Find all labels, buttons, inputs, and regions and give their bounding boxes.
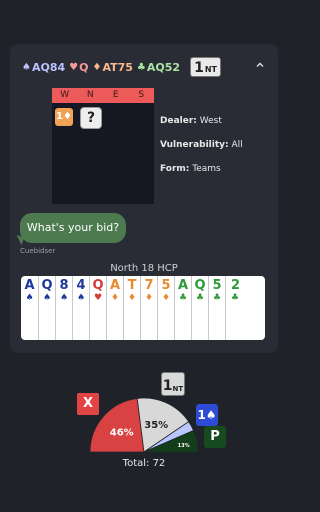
spade-icon: ♠ [22,61,31,73]
hand-card[interactable]: Q ♥ [89,276,106,340]
hand-card[interactable]: A ♣ [174,276,191,340]
card-suit-icon: ♦ [161,293,171,303]
card-suit-icon: ♥ [93,293,103,303]
dealer-value: West [199,116,222,126]
hand-card[interactable]: 7 ♦ [140,276,157,340]
form-value: Teams [192,164,221,174]
hand-summary: ♠ AQ84 ♥ Q ♦ AT75 ♣ AQ52 1 NT [22,57,221,77]
hand-card[interactable]: A ♦ [106,276,123,340]
card-suit-icon: ♠ [25,293,34,303]
card-suit-icon: ♠ [59,293,69,303]
chat-sender: Cuebidser [20,247,56,255]
card-rank: 7 [144,278,154,293]
form-info: Form: Teams [160,164,221,174]
hand-card[interactable]: Q ♠ [38,276,55,340]
vote-label-1s: 1♠ [196,404,218,426]
seat-east: E [112,90,119,100]
auction-header: W N E S [52,88,154,103]
card-suit-icon: ♣ [231,293,240,303]
card-suit-icon: ♠ [42,293,52,303]
hand-panel: ♠ AQ84 ♥ Q ♦ AT75 ♣ AQ52 1 NT W N E S 1♦ ? De… [10,44,278,353]
card-suit-icon: ♦ [110,293,120,303]
hand-card[interactable]: T ♦ [123,276,140,340]
seat-west: W [60,90,70,100]
card-suit-icon: ♦ [127,293,137,303]
hand-card[interactable]: A ♠ [21,276,38,340]
hand-card[interactable]: 2 ♣ [225,276,265,340]
vote-label-1nt-strain: NT [172,385,184,393]
vote-total: Total: 72 [122,458,166,469]
form-label: Form: [160,164,190,174]
hand-cards: A ♠ Q ♠ 8 ♠ 4 ♠ Q ♥ A ♦ T ♦ 7 ♦ 5 ♦ A ♣ Q ♣ 5 ♣ 2 ♣ [21,276,265,340]
vote-slice-label: 13% [178,443,190,449]
vote-slice-label: 46% [110,427,134,438]
dealer-label: Dealer: [160,116,197,126]
card-rank: T [127,278,137,293]
hearts-cards: Q [79,60,89,74]
card-suit-icon: ♣ [195,293,205,303]
bid-vote-chart: 46% 35% 13% [89,397,199,453]
card-rank: A [109,278,121,293]
hand-card[interactable]: Q ♣ [191,276,208,340]
club-icon: ♣ [136,61,146,73]
vote-label-p: P [204,426,226,448]
chat-bubble: What's your bid? [20,213,126,243]
heart-icon: ♥ [69,61,79,73]
vote-label-1nt-level: 1 [162,378,173,394]
bid-unknown: ? [80,107,102,129]
diamonds-cards: AT75 [102,60,133,74]
hand-card[interactable]: 4 ♠ [72,276,89,340]
vulnerability-label: Vulnerability: [160,140,229,150]
bid-one-diamond: 1♦ [55,108,73,126]
clubs-holding: ♣ AQ52 [137,61,180,74]
card-rank: Q [92,278,104,293]
dealer-info: Dealer: West [160,116,222,126]
card-rank: 5 [161,278,171,293]
contract-strain: NT [204,65,217,74]
hearts-holding: ♥ Q [69,61,88,74]
auction-table: W N E S 1♦ ? [52,88,154,204]
chevron-up-icon[interactable] [252,58,268,74]
vulnerability-value: All [231,140,243,150]
diamonds-holding: ♦ AT75 [92,61,132,74]
contract-level: 1 [194,60,204,76]
card-rank: Q [194,278,206,293]
hand-card[interactable]: 5 ♦ [157,276,174,340]
hand-title: North 18 HCP [110,263,178,274]
vulnerability-info: Vulnerability: All [160,140,243,150]
card-rank: A [24,278,35,293]
clubs-cards: AQ52 [146,60,181,74]
seat-south: S [138,90,145,100]
card-rank: 8 [59,278,69,293]
card-rank: 4 [76,278,86,293]
vote-slice-label: 35% [144,420,168,431]
card-suit-icon: ♦ [144,293,154,303]
card-rank: 5 [212,278,222,293]
card-suit-icon: ♣ [178,293,188,303]
seat-north: N [86,90,94,100]
hand-card[interactable]: 5 ♣ [208,276,225,340]
card-rank: 2 [231,278,241,293]
spades-cards: AQ84 [31,60,66,74]
hand-card[interactable]: 8 ♠ [55,276,72,340]
card-rank: A [177,278,189,293]
contract-badge: 1 NT [190,57,221,77]
card-suit-icon: ♠ [76,293,86,303]
card-suit-icon: ♣ [212,293,222,303]
chat-bubble-tail [13,234,25,246]
diamond-icon: ♦ [92,61,102,73]
card-rank: Q [41,278,53,293]
vote-label-x: X [77,393,99,415]
vote-label-1nt: 1 NT [161,372,185,396]
spades-holding: ♠ AQ84 [22,61,65,74]
